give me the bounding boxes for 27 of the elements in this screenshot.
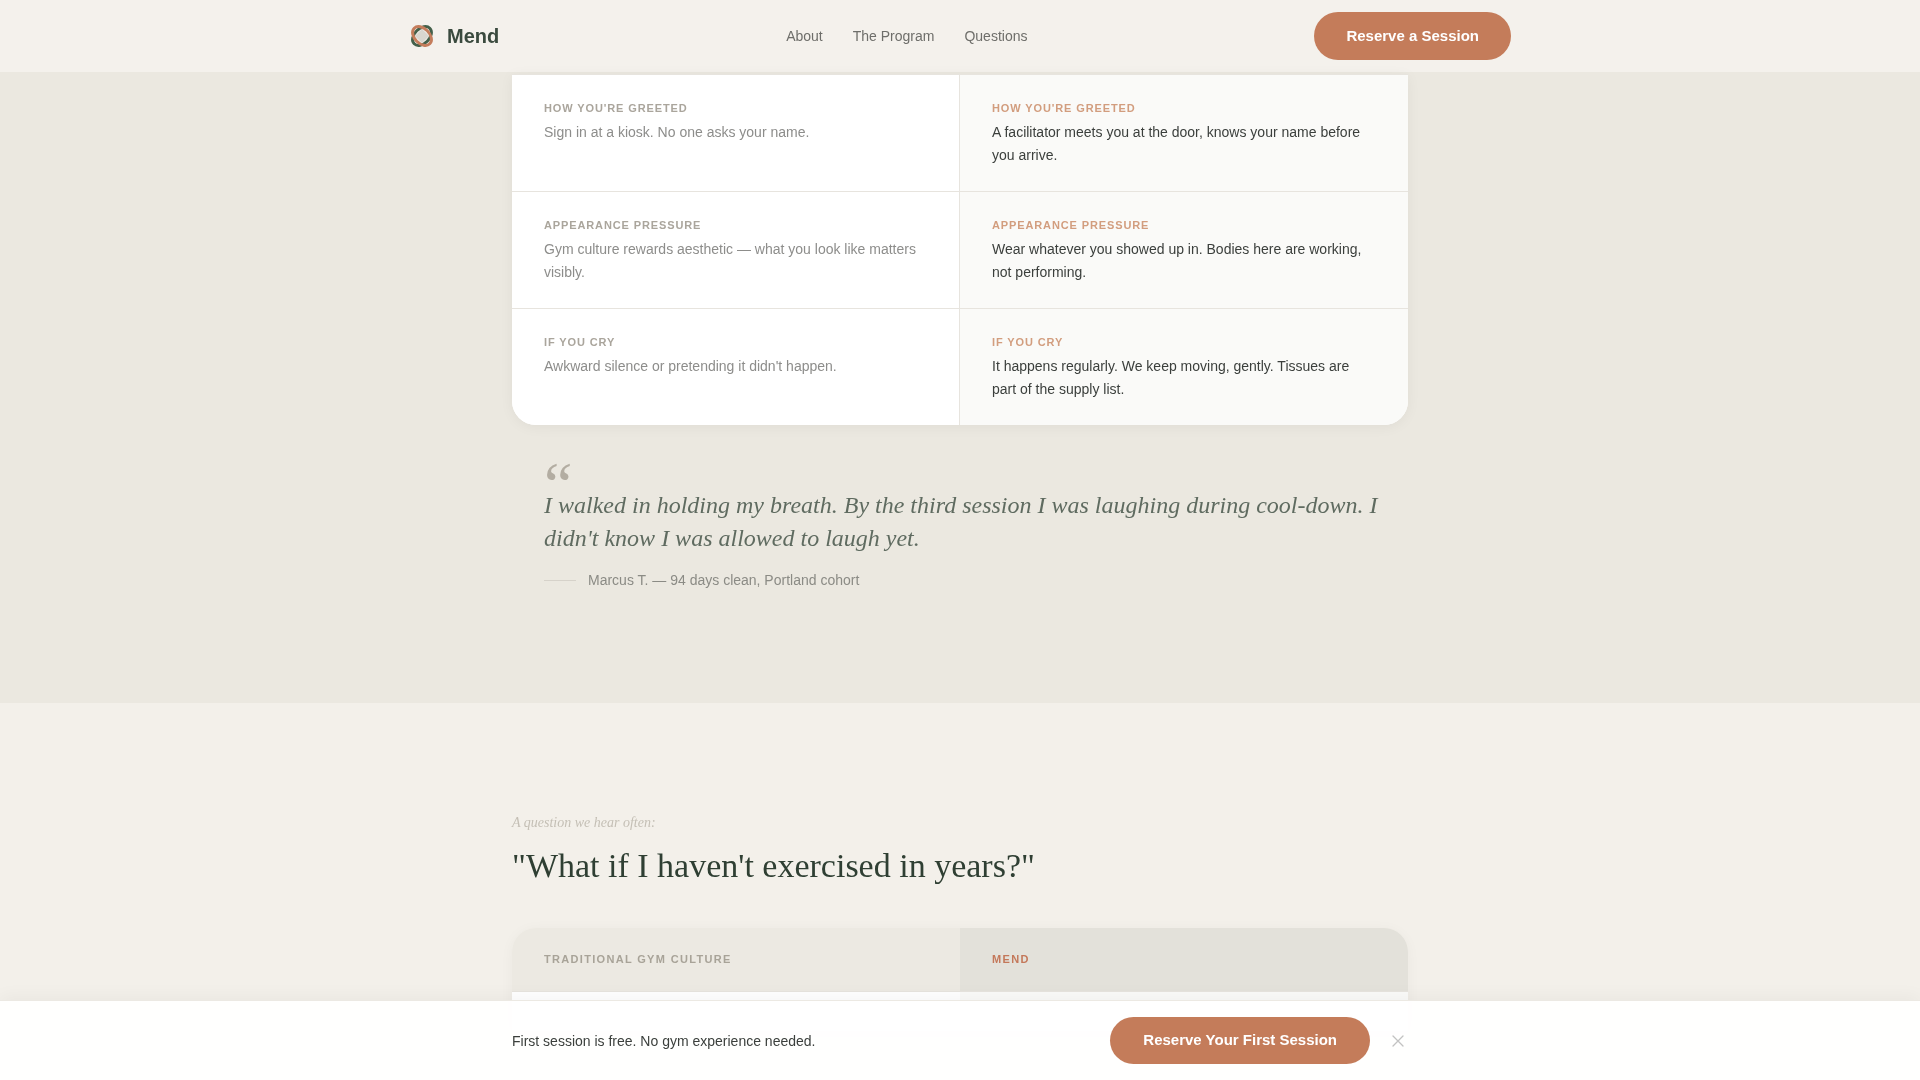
attribution-text: Marcus T. — 94 days clean, Portland cohort	[588, 571, 860, 590]
nav-link[interactable]: About	[786, 26, 823, 46]
reserve-button[interactable]: Reserve a Session	[1314, 12, 1511, 60]
question-heading: "What if I haven't exercised in years?"	[512, 846, 1036, 886]
category-label: IF YOU CRY	[544, 335, 617, 349]
description-text: It happens regularly. We keep moving, gently. Tissues are part of the supply list.	[992, 357, 1351, 399]
reserve-first-session-button[interactable]: Reserve Your First Session	[1110, 1017, 1370, 1064]
description-text: Awkward silence or pretending it didn't happen.	[544, 357, 838, 376]
description-text: Sign in at a kiosk. No one asks your name.	[544, 123, 811, 142]
category-label: APPEARANCE PRESSURE	[544, 218, 703, 232]
column-header: TRADITIONAL GYM CULTURE	[512, 928, 960, 991]
nav-link[interactable]: Questions	[964, 26, 1028, 46]
offer-text: First session is free. No gym experience needed.	[512, 1031, 816, 1051]
description-text: A facilitator meets you at the door, knows your name before you arrive.	[992, 123, 1362, 165]
category-label: APPEARANCE PRESSURE	[992, 218, 1151, 232]
quote-mark: “	[544, 453, 573, 489]
logo-icon	[409, 23, 435, 49]
description-text: Wear whatever you showed up in. Bodies here are working, not performing.	[992, 240, 1363, 282]
description-text: Gym culture rewards aesthetic — what you look like matters visibly.	[544, 240, 917, 282]
quote-text: I walked in holding my breath. By the third session I was laughing during cool-down. I didn't know I was allowed to laugh yet.	[544, 491, 1380, 553]
category-label: HOW YOU'RE GREETED	[992, 101, 1137, 115]
close-icon	[1392, 1034, 1404, 1047]
category-label: HOW YOU'RE GREETED	[544, 101, 689, 115]
category-label: IF YOU CRY	[992, 335, 1065, 349]
brand-name[interactable]: Mend	[447, 26, 500, 46]
nav-link[interactable]: The Program	[852, 26, 935, 46]
column-header: MEND	[960, 928, 1408, 991]
